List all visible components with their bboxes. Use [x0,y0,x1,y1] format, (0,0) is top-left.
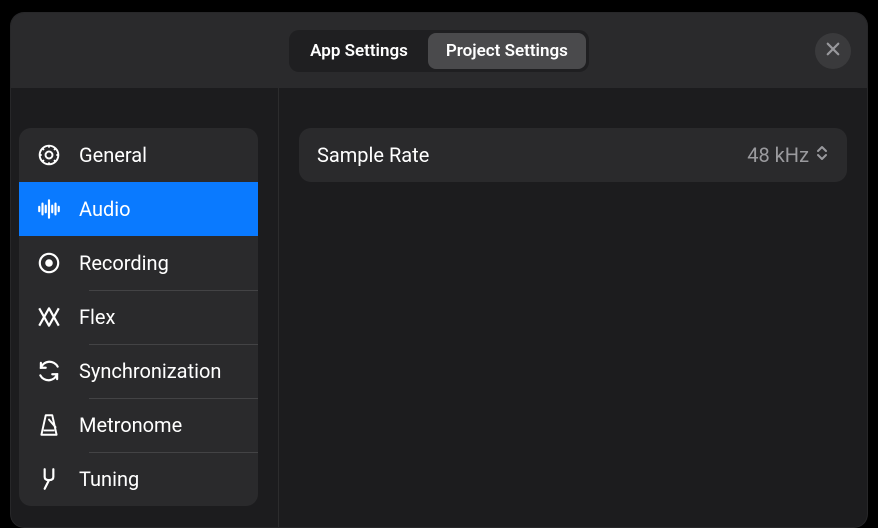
tab-project-settings[interactable]: Project Settings [428,33,586,69]
sidebar-item-label: Audio [79,197,131,221]
close-icon [824,40,842,62]
modal-titlebar: App Settings Project Settings [11,13,867,88]
sidebar-item-tuning[interactable]: Tuning [19,452,258,506]
sidebar-item-general[interactable]: General [19,128,258,182]
sidebar-item-label: Tuning [79,467,139,491]
tab-app-settings[interactable]: App Settings [292,33,426,69]
record-icon [35,249,63,277]
settings-scope-segmented: App Settings Project Settings [289,30,589,72]
sync-icon [35,357,63,385]
sample-rate-select[interactable]: 48 kHz [747,143,829,167]
sidebar-item-label: General [79,143,147,167]
tab-label: Project Settings [446,41,568,61]
sidebar-item-metronome[interactable]: Metronome [19,398,258,452]
sidebar-item-recording[interactable]: Recording [19,236,258,290]
sidebar-item-label: Synchronization [79,359,221,383]
tab-label: App Settings [310,41,408,61]
settings-modal: App Settings Project Settings [10,12,868,528]
sidebar-item-audio[interactable]: Audio [19,182,258,236]
sidebar-column: General Audio [11,88,279,527]
metronome-icon [35,411,63,439]
sidebar-item-synchronization[interactable]: Synchronization [19,344,258,398]
modal-body: General Audio [11,88,867,527]
sidebar-item-label: Metronome [79,413,182,437]
setting-value-text: 48 kHz [747,143,809,167]
close-button[interactable] [815,33,851,69]
settings-content: Sample Rate 48 kHz [279,88,867,527]
sidebar-item-label: Recording [79,251,169,275]
waveform-icon [35,195,63,223]
settings-sidebar: General Audio [19,128,258,506]
tuning-fork-icon [35,465,63,493]
flex-icon [35,303,63,331]
gear-icon [35,141,63,169]
sidebar-item-flex[interactable]: Flex [19,290,258,344]
updown-chevron-icon [815,143,829,167]
sidebar-item-label: Flex [79,305,115,329]
setting-label: Sample Rate [317,143,429,167]
setting-row-sample-rate: Sample Rate 48 kHz [299,128,847,182]
